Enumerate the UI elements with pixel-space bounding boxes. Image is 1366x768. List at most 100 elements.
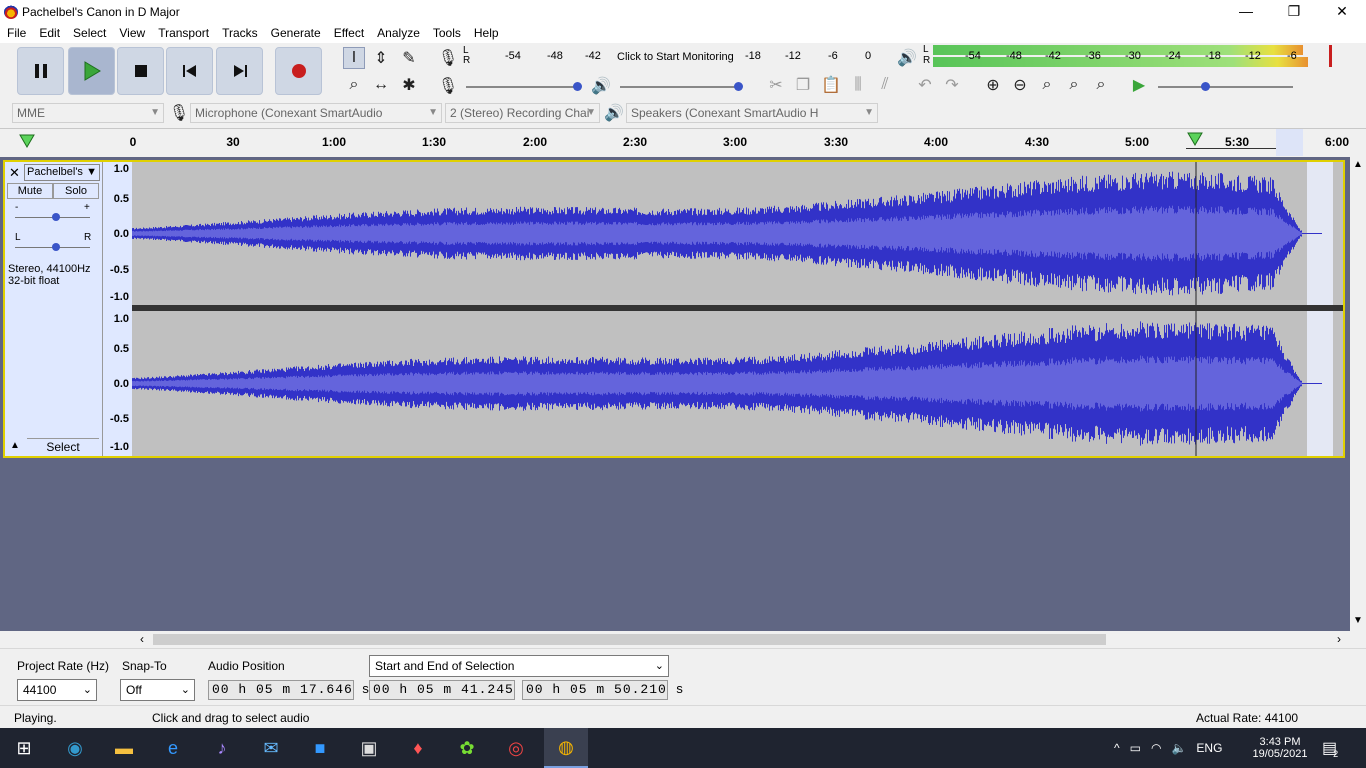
speaker-icon[interactable]: 🔊 <box>896 47 918 69</box>
file-explorer-icon[interactable]: ▬ <box>108 732 140 764</box>
pin-playhead-icon[interactable] <box>19 134 35 148</box>
copy-icon[interactable]: ❐ <box>792 74 814 96</box>
clock[interactable]: 3:43 PM 19/05/2021 <box>1250 728 1310 768</box>
windows-start-icon[interactable]: ⊞ <box>8 732 40 764</box>
menu-edit[interactable]: Edit <box>32 26 66 40</box>
recording-device-select[interactable]: Microphone (Conexant SmartAudio ▼ <box>190 103 442 123</box>
recording-meter[interactable]: L R -54 -48 -42 Click to Start Monitorin… <box>463 45 873 66</box>
timeshift-tool-icon[interactable]: ↔ <box>370 74 392 96</box>
playback-device-select[interactable]: Speakers (Conexant SmartAudio H ▼ <box>626 103 878 123</box>
wifi-icon[interactable]: ◠ <box>1151 741 1161 755</box>
select-track-button[interactable]: Select <box>27 438 99 455</box>
edge-icon[interactable]: ◉ <box>59 732 91 764</box>
volume-icon[interactable]: 🔈 <box>1171 741 1186 755</box>
voice-recorder-icon[interactable]: ♪ <box>206 732 238 764</box>
pan-slider[interactable] <box>15 243 90 251</box>
audio-track[interactable]: ✕ Pachelbel's ▼ Mute Solo - + L R Stereo,… <box>3 160 1345 458</box>
horizontal-scrollbar[interactable]: ‹ › <box>0 631 1366 648</box>
notification-center-icon[interactable]: ▤ 2 <box>1322 728 1338 768</box>
scroll-down-icon[interactable]: ▼ <box>1353 615 1363 626</box>
project-rate-select[interactable]: 44100 ⌄ <box>17 679 97 701</box>
left-channel-waveform[interactable] <box>132 162 1343 305</box>
selection-tool-icon[interactable]: I <box>343 47 365 69</box>
store-icon[interactable]: ▣ <box>353 732 385 764</box>
microphone-icon[interactable]: 🎙 <box>437 47 459 69</box>
close-track-icon[interactable]: ✕ <box>9 165 20 181</box>
show-hidden-icons-icon[interactable]: ^ <box>1114 741 1120 755</box>
play-button[interactable] <box>68 47 115 95</box>
menu-file[interactable]: File <box>0 26 32 40</box>
skip-to-end-button[interactable] <box>216 47 263 95</box>
frog-app-icon[interactable]: ✿ <box>451 732 483 764</box>
maximize-button[interactable]: ❐ <box>1270 0 1318 23</box>
minimize-button[interactable]: — <box>1222 0 1270 23</box>
timeline-ruler[interactable]: 0 30 1:00 1:30 2:00 2:30 3:00 3:30 4:00 … <box>0 128 1366 156</box>
close-button[interactable]: ✕ <box>1318 0 1366 23</box>
start-monitoring-prompt[interactable]: Click to Start Monitoring <box>617 51 734 63</box>
menu-select[interactable]: Select <box>66 26 112 40</box>
zoom-out-icon[interactable]: ⊖ <box>1009 74 1031 96</box>
audacity-taskbar-icon[interactable]: ◍ <box>544 728 588 768</box>
solo-button[interactable]: Solo <box>53 183 99 199</box>
collapse-track-icon[interactable]: ▲ <box>10 440 20 451</box>
zoom-tool-icon[interactable]: ⌕ <box>343 74 365 96</box>
project-rate-label: Project Rate (Hz) <box>17 659 110 673</box>
menu-analyze[interactable]: Analyze <box>370 26 426 40</box>
zoom-in-icon[interactable]: ⊕ <box>982 74 1004 96</box>
fit-selection-icon[interactable]: ⌕ <box>1036 74 1058 96</box>
mute-button[interactable]: Mute <box>7 183 53 199</box>
chrome-icon[interactable]: ◎ <box>500 732 532 764</box>
scroll-left-icon[interactable]: ‹ <box>140 632 144 646</box>
menu-tracks[interactable]: Tracks <box>215 26 264 40</box>
play-at-speed-icon[interactable]: ▶ <box>1128 74 1150 96</box>
trim-icon[interactable]: ⫼ <box>847 74 869 96</box>
track-panel[interactable]: ✕ Pachelbel's ▼ Mute Solo - + L R Stereo,… <box>0 157 1350 631</box>
track-name-menu[interactable]: Pachelbel's ▼ <box>24 164 100 181</box>
menu-transport[interactable]: Transport <box>151 26 215 40</box>
paste-icon[interactable]: 📋 <box>820 74 842 96</box>
selection-start-field[interactable]: 00 h 05 m 41.245 s <box>369 680 530 700</box>
snap-to-select[interactable]: Off ⌄ <box>120 679 195 701</box>
multi-tool-icon[interactable]: ✱ <box>398 74 420 96</box>
horizontal-scroll-thumb[interactable] <box>153 634 1106 645</box>
playback-meter[interactable]: L R -54 -48 -42 -36 -30 -24 -18 -12 -6 <box>923 44 1343 68</box>
draw-tool-icon[interactable]: ✎ <box>398 47 420 69</box>
input-volume-slider[interactable] <box>466 82 582 91</box>
pause-button[interactable] <box>17 47 64 95</box>
zoom-toggle-icon[interactable]: ⌕ <box>1090 74 1112 96</box>
menu-view[interactable]: View <box>112 26 151 40</box>
vertical-scrollbar[interactable]: ▲ ▼ <box>1350 157 1366 631</box>
play-icon <box>84 61 101 81</box>
silence-icon[interactable]: ⫽ <box>874 74 896 96</box>
internet-explorer-icon[interactable]: e <box>157 732 189 764</box>
menu-tools[interactable]: Tools <box>426 26 467 40</box>
fit-project-icon[interactable]: ⌕ <box>1063 74 1085 96</box>
recording-channels-select[interactable]: 2 (Stereo) Recording Chai ▼ <box>445 103 600 123</box>
skip-to-start-button[interactable] <box>166 47 213 95</box>
language-indicator[interactable]: ENG <box>1196 741 1222 755</box>
menu-effect[interactable]: Effect <box>327 26 370 40</box>
audio-position-field[interactable]: 00 h 05 m 17.646 s <box>208 680 369 700</box>
scroll-right-icon[interactable]: › <box>1337 632 1341 646</box>
app-icon[interactable]: ♦ <box>402 732 434 764</box>
cut-icon[interactable]: ✂ <box>765 74 787 96</box>
stop-button[interactable] <box>117 47 164 95</box>
audio-host-select[interactable]: MME ▼ <box>12 103 164 123</box>
menu-help[interactable]: Help <box>467 26 505 40</box>
selection-end-field[interactable]: 00 h 05 m 50.210 s <box>522 680 683 700</box>
right-channel-waveform[interactable] <box>132 311 1343 456</box>
zoom-app-icon[interactable]: ■ <box>304 732 336 764</box>
mail-icon[interactable]: ✉ <box>255 732 287 764</box>
play-speed-slider[interactable] <box>1158 82 1293 91</box>
selection-mode-select[interactable]: Start and End of Selection ⌄ <box>369 655 669 677</box>
battery-icon[interactable]: ▭ <box>1130 741 1141 755</box>
record-button[interactable] <box>275 47 322 95</box>
scroll-up-icon[interactable]: ▲ <box>1353 159 1363 170</box>
redo-icon[interactable]: ↷ <box>941 74 963 96</box>
menu-generate[interactable]: Generate <box>264 26 327 40</box>
gain-slider[interactable] <box>15 213 90 221</box>
undo-icon[interactable]: ↶ <box>914 74 936 96</box>
clip-indicator <box>1329 45 1332 67</box>
output-volume-slider[interactable] <box>620 82 743 91</box>
envelope-tool-icon[interactable]: ⇕ <box>370 47 392 69</box>
